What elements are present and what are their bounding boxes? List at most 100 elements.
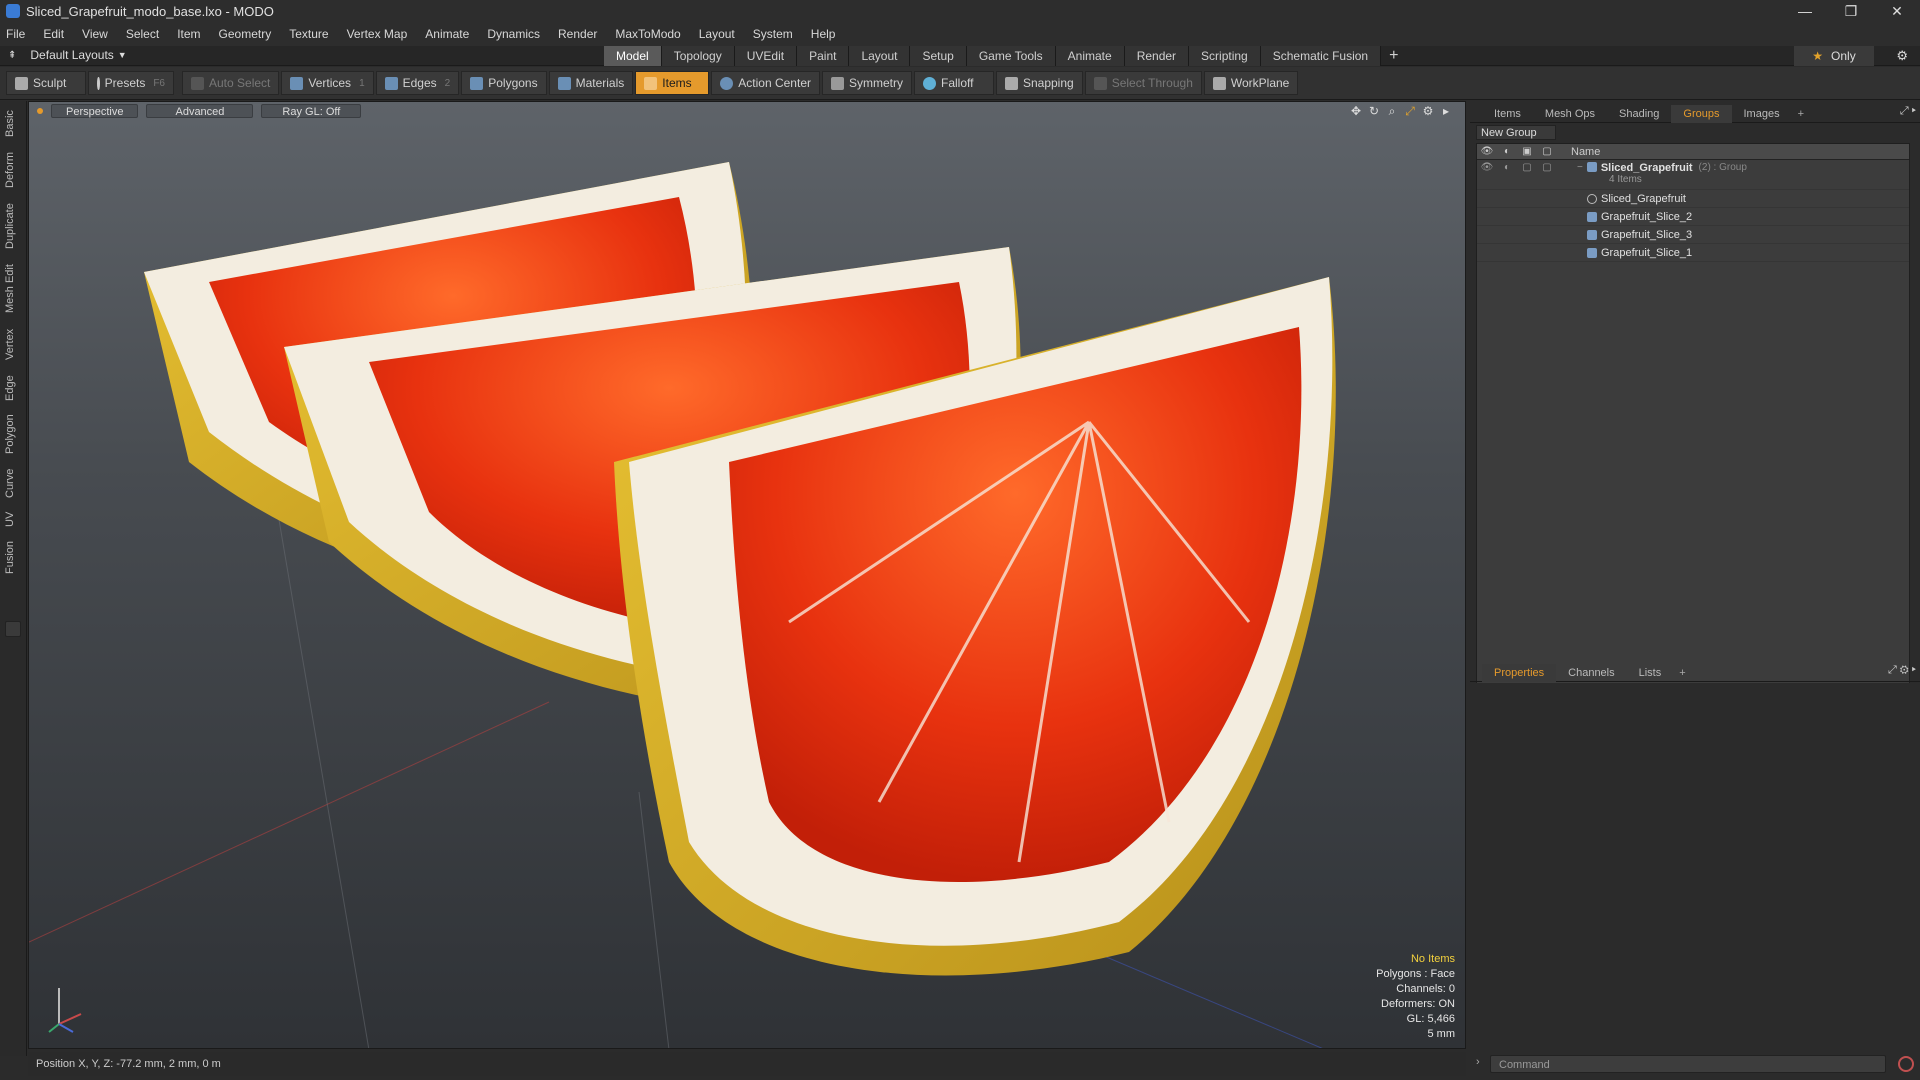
- command-arrow-icon[interactable]: ›: [1476, 1056, 1480, 1068]
- minimize-icon[interactable]: —: [1782, 0, 1828, 22]
- menu-maxtomodo[interactable]: MaxToModo: [615, 27, 680, 41]
- props-expand-icon[interactable]: ⤢ ⚙ ▸: [1888, 664, 1916, 677]
- restore-icon[interactable]: ❐: [1828, 0, 1874, 22]
- tab-topology[interactable]: Topology: [661, 46, 735, 66]
- tab-properties[interactable]: Properties: [1482, 663, 1557, 682]
- group-render-icon[interactable]: ◐: [1497, 162, 1517, 173]
- edges-button[interactable]: Edges 2: [375, 71, 460, 95]
- visibility-column-icon[interactable]: 👁: [1477, 146, 1497, 157]
- zoom-icon[interactable]: ⌕: [1383, 104, 1401, 119]
- lefttab-fusion[interactable]: Fusion: [4, 537, 20, 577]
- sculpt-button[interactable]: Sculpt: [6, 71, 86, 95]
- new-group-button[interactable]: New Group: [1476, 125, 1556, 140]
- symmetry-button[interactable]: Symmetry: [821, 71, 912, 95]
- command-input[interactable]: Command: [1490, 1055, 1886, 1073]
- menu-layout[interactable]: Layout: [699, 27, 735, 41]
- list-item[interactable]: Grapefruit_Slice_3: [1477, 226, 1909, 244]
- menu-file[interactable]: File: [6, 27, 25, 41]
- tab-scripting[interactable]: Scripting: [1189, 46, 1261, 66]
- workplane-button[interactable]: WorkPlane: [1203, 71, 1299, 95]
- only-button[interactable]: ★ Only: [1794, 46, 1874, 66]
- 3d-viewport[interactable]: Perspective Advanced Ray GL: Off ✥ ↻ ⌕ ⤢…: [28, 101, 1466, 1049]
- add-tab-icon[interactable]: +: [1673, 664, 1691, 682]
- materials-button[interactable]: Materials: [548, 71, 634, 95]
- lefttab-polygon[interactable]: Polygon: [4, 409, 20, 459]
- fit-icon[interactable]: ⤢: [1401, 104, 1419, 119]
- list-item[interactable]: Sliced_Grapefruit: [1477, 190, 1909, 208]
- name-column-header[interactable]: Name: [1557, 146, 1600, 158]
- lefttab-mesh-edit[interactable]: Mesh Edit: [4, 261, 20, 317]
- menu-item[interactable]: Item: [177, 27, 200, 41]
- group-visibility-icon[interactable]: 👁: [1477, 162, 1497, 173]
- tab-model[interactable]: Model: [604, 46, 662, 66]
- tab-game-tools[interactable]: Game Tools: [966, 46, 1056, 66]
- pan-icon[interactable]: ✥: [1347, 104, 1365, 119]
- tab-channels[interactable]: Channels: [1556, 664, 1626, 682]
- viewport-menu-dot[interactable]: [37, 108, 43, 114]
- close-icon[interactable]: ✕: [1874, 0, 1920, 22]
- lefttab-curve[interactable]: Curve: [4, 463, 20, 503]
- menu-vertex-map[interactable]: Vertex Map: [347, 27, 408, 41]
- lefttab-vertex[interactable]: Vertex: [4, 323, 20, 365]
- lock-column-icon[interactable]: ▣: [1517, 146, 1537, 157]
- select-column-icon[interactable]: ▢: [1537, 146, 1557, 157]
- tab-shading[interactable]: Shading: [1607, 105, 1671, 123]
- tab-schematic-fusion[interactable]: Schematic Fusion: [1260, 46, 1382, 66]
- tab-items[interactable]: Items: [1482, 105, 1533, 123]
- left-strip-toggle[interactable]: [5, 621, 21, 637]
- presets-button[interactable]: Presets F6: [88, 71, 174, 95]
- tab-lists[interactable]: Lists: [1627, 664, 1674, 682]
- menu-geometry[interactable]: Geometry: [219, 27, 272, 41]
- menu-select[interactable]: Select: [126, 27, 159, 41]
- menu-render[interactable]: Render: [558, 27, 597, 41]
- panel-expand-icon[interactable]: ⤢ ▸: [1900, 105, 1916, 118]
- tab-images[interactable]: Images: [1732, 105, 1792, 123]
- menu-dynamics[interactable]: Dynamics: [487, 27, 540, 41]
- menu-edit[interactable]: Edit: [43, 27, 64, 41]
- tab-paint[interactable]: Paint: [797, 46, 850, 66]
- select-through-button[interactable]: Select Through: [1084, 71, 1202, 95]
- shading-mode-button[interactable]: Advanced: [146, 104, 254, 118]
- lefttab-edge[interactable]: Edge: [4, 371, 20, 405]
- auto-select-button[interactable]: Auto Select: [182, 71, 280, 95]
- tab-layout[interactable]: Layout: [849, 46, 911, 66]
- menu-view[interactable]: View: [82, 27, 108, 41]
- menu-animate[interactable]: Animate: [425, 27, 469, 41]
- lefttab-basic[interactable]: Basic: [4, 107, 20, 141]
- polygons-button[interactable]: Polygons: [461, 71, 547, 95]
- expand-arrow-icon[interactable]: ▸: [1437, 104, 1455, 119]
- group-select-icon[interactable]: ▢: [1537, 162, 1557, 173]
- lefttab-uv[interactable]: UV: [4, 507, 20, 531]
- add-tab-icon[interactable]: +: [1792, 105, 1810, 123]
- items-button[interactable]: Items: [635, 71, 710, 95]
- gear-icon[interactable]: ⚙: [1896, 46, 1908, 66]
- lefttab-deform[interactable]: Deform: [4, 149, 20, 191]
- tab-setup[interactable]: Setup: [910, 46, 967, 66]
- tab-uvedit[interactable]: UVEdit: [734, 46, 798, 66]
- group-row[interactable]: 👁 ◐ ▢ ▢ − Sliced_Grapefruit (2) : Group …: [1477, 160, 1909, 190]
- snapping-button[interactable]: Snapping: [995, 71, 1083, 95]
- layouts-dropdown[interactable]: ⇞ Default Layouts ▼: [8, 48, 127, 62]
- view-type-button[interactable]: Perspective: [51, 104, 139, 118]
- tab-animate[interactable]: Animate: [1055, 46, 1125, 66]
- viewport-gear-icon[interactable]: ⚙: [1419, 104, 1437, 119]
- list-item[interactable]: Grapefruit_Slice_2: [1477, 208, 1909, 226]
- vertices-button[interactable]: Vertices 1: [281, 71, 374, 95]
- add-tab-icon[interactable]: +: [1381, 46, 1406, 66]
- collapse-icon[interactable]: −: [1577, 162, 1583, 173]
- tab-mesh-ops[interactable]: Mesh Ops: [1533, 105, 1607, 123]
- tab-groups[interactable]: Groups: [1671, 104, 1732, 123]
- action-center-button[interactable]: Action Center: [711, 71, 820, 95]
- lefttab-duplicate[interactable]: Duplicate: [4, 199, 20, 253]
- menu-help[interactable]: Help: [811, 27, 836, 41]
- tab-render[interactable]: Render: [1124, 46, 1190, 66]
- falloff-button[interactable]: Falloff: [913, 71, 994, 95]
- menu-texture[interactable]: Texture: [289, 27, 328, 41]
- list-item[interactable]: Grapefruit_Slice_1: [1477, 244, 1909, 262]
- menu-system[interactable]: System: [753, 27, 793, 41]
- render-column-icon[interactable]: ◐: [1497, 146, 1517, 157]
- group-lock-icon[interactable]: ▢: [1517, 162, 1537, 173]
- rotate-icon[interactable]: ↻: [1365, 104, 1383, 119]
- command-history-icon[interactable]: [1898, 1056, 1914, 1072]
- raygl-button[interactable]: Ray GL: Off: [261, 104, 362, 118]
